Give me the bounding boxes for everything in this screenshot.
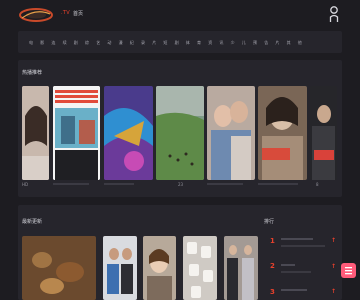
latest-thumb-4[interactable] xyxy=(183,236,217,300)
video-card-6[interactable] xyxy=(258,86,307,180)
latest-thumb-3[interactable] xyxy=(143,236,176,300)
featured-title: 热播推荐 xyxy=(22,70,43,76)
video-card-7[interactable] xyxy=(310,86,337,180)
card-7-art xyxy=(310,86,337,180)
category-item[interactable]: 儿 xyxy=(242,40,246,46)
category-item[interactable]: 讯 xyxy=(219,40,223,46)
category-item[interactable]: 综 xyxy=(85,40,89,46)
rank-item-3-mark: ↑ xyxy=(331,288,337,295)
card-2-art xyxy=(53,86,100,180)
category-item[interactable]: 漫 xyxy=(119,40,123,46)
rank-item-3-title[interactable] xyxy=(281,289,307,291)
latest-thumb-5[interactable] xyxy=(224,236,258,300)
site-tag[interactable]: .TV xyxy=(61,10,70,16)
card-3-caption[interactable] xyxy=(104,183,134,185)
header: .TV 首页 xyxy=(0,0,360,28)
category-item[interactable]: 剧 xyxy=(74,40,78,46)
user-icon[interactable] xyxy=(329,5,339,23)
category-item[interactable]: 体 xyxy=(186,40,190,46)
rank-title: 排行 xyxy=(264,219,275,225)
category-item[interactable]: 其 xyxy=(287,40,291,46)
category-item[interactable]: 告 xyxy=(264,40,268,46)
card-5-art xyxy=(207,86,255,180)
rank-number-1: 1 xyxy=(270,237,275,245)
rank-item-1-sub xyxy=(281,245,325,247)
rank-item-1-mark: ↑ xyxy=(331,237,337,244)
card-7-badge: 8 xyxy=(316,182,319,187)
category-item[interactable]: 片 xyxy=(275,40,279,46)
rank-item-2-title[interactable] xyxy=(281,264,295,266)
category-item[interactable]: 连 xyxy=(51,40,55,46)
category-item[interactable]: 育 xyxy=(197,40,201,46)
latest-title: 最新更新 xyxy=(22,219,43,225)
float-menu-button[interactable] xyxy=(341,263,356,278)
category-item[interactable]: 续 xyxy=(63,40,67,46)
category-item[interactable]: 录 xyxy=(141,40,145,46)
latest-thumb-1[interactable] xyxy=(22,236,96,300)
category-item[interactable]: 资 xyxy=(208,40,212,46)
rank-number-3: 3 xyxy=(270,288,275,296)
card-4-badge: 23 xyxy=(178,182,184,187)
thumb-2-art xyxy=(103,236,137,300)
category-bar: 电影连续剧综艺动漫纪录片短剧体育资讯少儿预告片其他 xyxy=(18,31,342,53)
video-card-2[interactable] xyxy=(53,86,100,180)
category-item[interactable]: 影 xyxy=(40,40,44,46)
category-item[interactable]: 艺 xyxy=(96,40,100,46)
category-item[interactable]: 纪 xyxy=(130,40,134,46)
card-1-art xyxy=(22,86,49,180)
category-item[interactable]: 剧 xyxy=(175,40,179,46)
menu-icon xyxy=(345,267,352,275)
category-item[interactable]: 少 xyxy=(231,40,235,46)
card-1-badge: HD xyxy=(22,182,29,187)
thumb-1-art xyxy=(22,236,96,300)
latest-thumb-2[interactable] xyxy=(103,236,137,300)
card-6-art xyxy=(258,86,307,180)
video-card-1[interactable] xyxy=(22,86,49,180)
category-item[interactable]: 预 xyxy=(253,40,257,46)
rank-item-1-title[interactable] xyxy=(281,238,313,240)
category-item[interactable]: 片 xyxy=(152,40,156,46)
video-card-4[interactable] xyxy=(156,86,204,180)
category-item[interactable]: 短 xyxy=(163,40,167,46)
card-2-caption[interactable] xyxy=(53,183,89,185)
category-item[interactable]: 电 xyxy=(29,40,33,46)
rank-item-2-sub xyxy=(281,271,311,273)
card-4-art xyxy=(156,86,204,180)
thumb-4-art xyxy=(183,236,217,300)
video-card-5[interactable] xyxy=(207,86,255,180)
card-5-caption[interactable] xyxy=(207,183,243,185)
card-6-caption[interactable] xyxy=(258,183,298,185)
thumb-5-art xyxy=(224,236,258,300)
category-item[interactable]: 他 xyxy=(298,40,302,46)
site-logo[interactable] xyxy=(18,6,54,22)
category-item[interactable]: 动 xyxy=(107,40,111,46)
nav-home[interactable]: 首页 xyxy=(73,10,83,17)
card-3-art xyxy=(104,86,153,180)
video-card-3[interactable] xyxy=(104,86,153,180)
thumb-3-art xyxy=(143,236,176,300)
rank-item-2-mark: ↑ xyxy=(331,263,337,270)
rank-number-2: 2 xyxy=(270,262,275,270)
